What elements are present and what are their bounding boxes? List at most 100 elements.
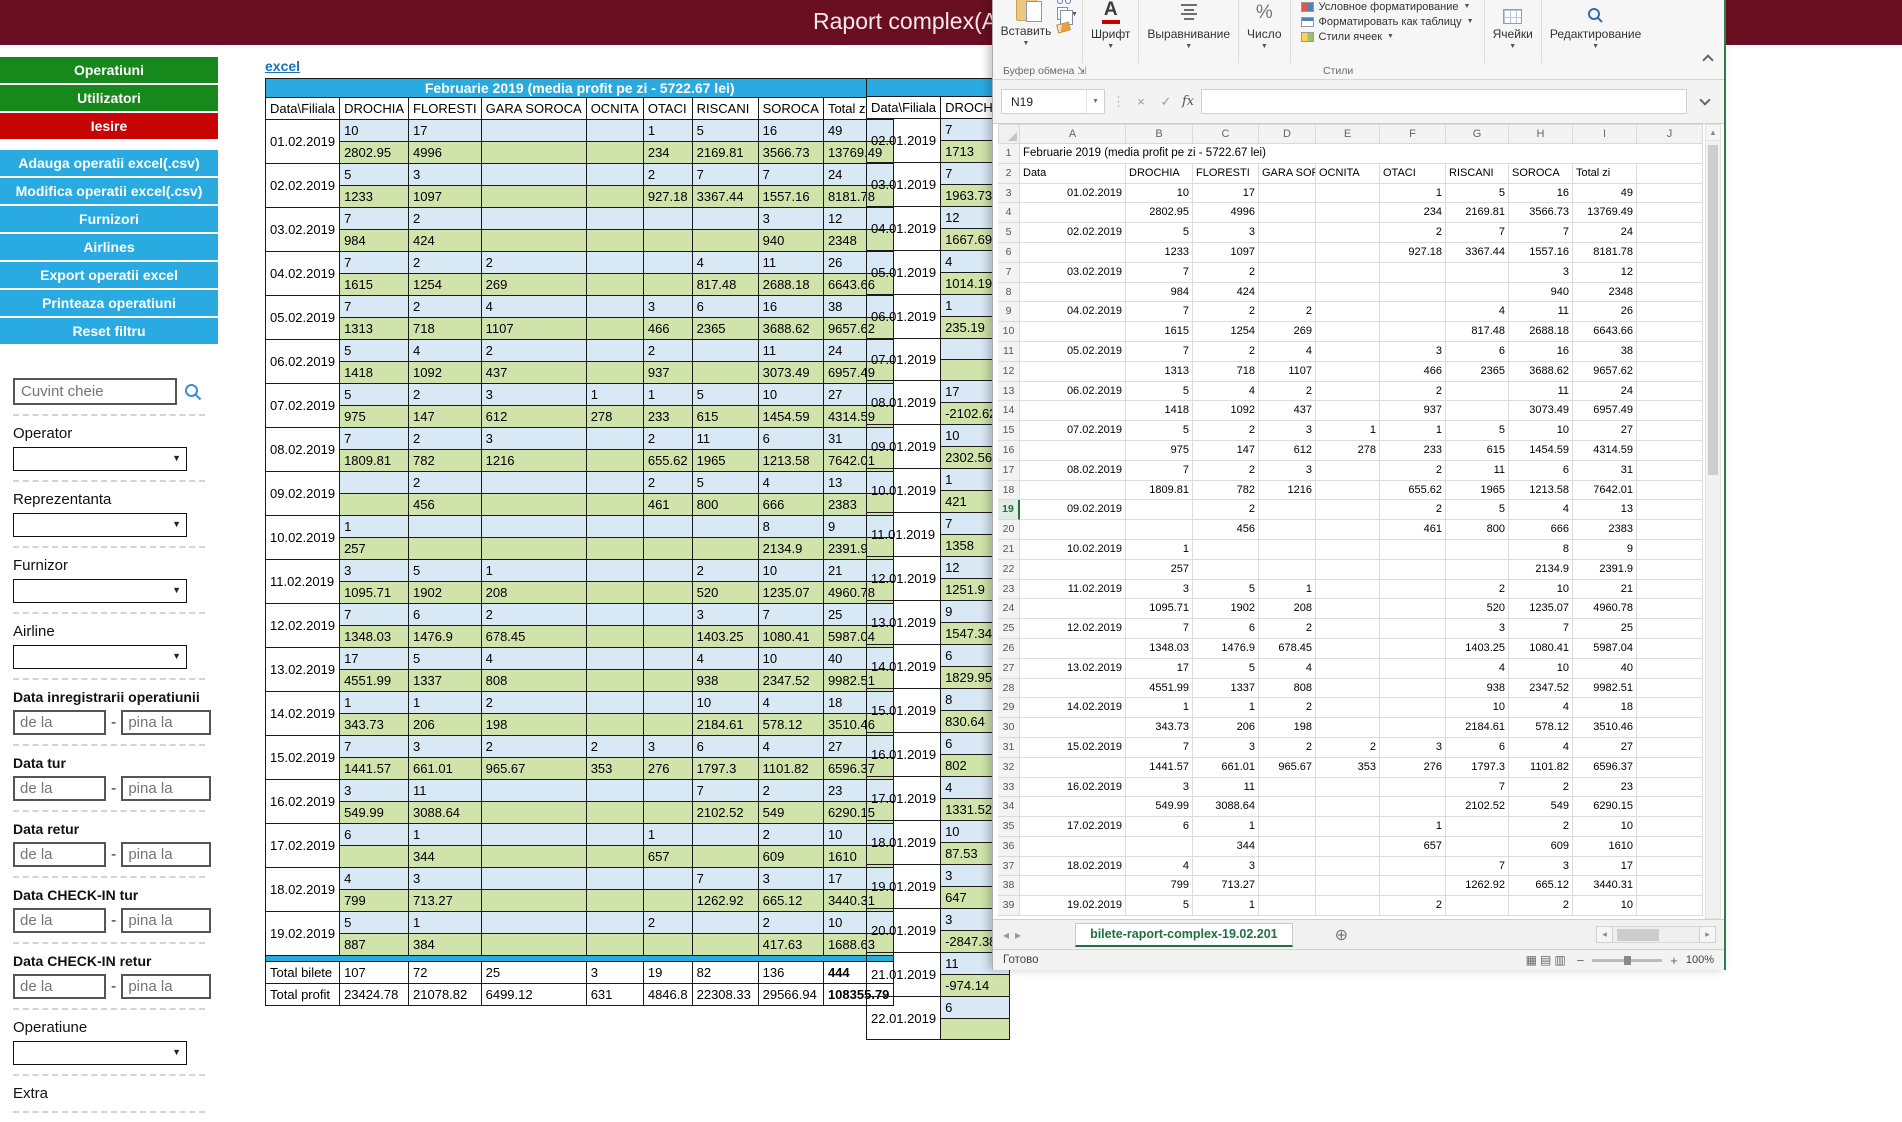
- cell-A6[interactable]: [1020, 243, 1126, 263]
- cell-B25[interactable]: 7: [1126, 619, 1193, 639]
- cell-A11[interactable]: 05.02.2019: [1020, 342, 1126, 362]
- cell-A24[interactable]: [1020, 599, 1126, 619]
- cell-C21[interactable]: [1193, 540, 1259, 560]
- cell-I32[interactable]: 6596.37: [1573, 758, 1637, 778]
- cell-D3[interactable]: [1259, 184, 1316, 204]
- cell-I27[interactable]: 40: [1573, 659, 1637, 679]
- date-to-data-inregistrarii-operatiunii[interactable]: [121, 710, 211, 735]
- cell-D10[interactable]: 269: [1259, 322, 1316, 342]
- cell-I3[interactable]: 49: [1573, 184, 1637, 204]
- expand-formula-bar-button[interactable]: [1694, 89, 1716, 114]
- sidebar-button-airlines[interactable]: Airlines: [0, 234, 218, 260]
- sidebar-button-adauga-operatii-excel-csv[interactable]: Adauga operatii excel(.csv): [0, 150, 218, 176]
- cell-I10[interactable]: 6643.66: [1573, 322, 1637, 342]
- excel-export-link[interactable]: excel: [265, 58, 300, 74]
- cell-A28[interactable]: [1020, 679, 1126, 699]
- cell-G5[interactable]: 7: [1446, 223, 1509, 243]
- cell-G33[interactable]: 7: [1446, 778, 1509, 798]
- cell-A5[interactable]: 02.02.2019: [1020, 223, 1126, 243]
- cell-B23[interactable]: 3: [1126, 580, 1193, 600]
- cell-H30[interactable]: 578.12: [1509, 718, 1573, 738]
- cell-H29[interactable]: 4: [1509, 698, 1573, 718]
- row-header-1[interactable]: 1: [998, 144, 1020, 164]
- cell-D27[interactable]: 4: [1259, 659, 1316, 679]
- cell-H9[interactable]: 11: [1509, 302, 1573, 322]
- cell-E13[interactable]: [1316, 382, 1380, 402]
- cell-I12[interactable]: 9657.62: [1573, 362, 1637, 382]
- cell-F37[interactable]: [1380, 857, 1446, 877]
- cell-E10[interactable]: [1316, 322, 1380, 342]
- cell-J7[interactable]: [1637, 263, 1703, 283]
- cell-F9[interactable]: [1380, 302, 1446, 322]
- cell-I5[interactable]: 24: [1573, 223, 1637, 243]
- cell-C20[interactable]: 456: [1193, 520, 1259, 540]
- sidebar-button-utilizatori[interactable]: Utilizatori: [0, 85, 218, 111]
- cell-F36[interactable]: 657: [1380, 837, 1446, 857]
- cell-E15[interactable]: 1: [1316, 421, 1380, 441]
- cell-H32[interactable]: 1101.82: [1509, 758, 1573, 778]
- sheet-tab[interactable]: bilete-raport-complex-19.02.201: [1075, 923, 1293, 947]
- cell-B31[interactable]: 7: [1126, 738, 1193, 758]
- cell-H17[interactable]: 6: [1509, 461, 1573, 481]
- row-header-4[interactable]: 4: [998, 203, 1020, 223]
- cell-I30[interactable]: 3510.46: [1573, 718, 1637, 738]
- cell-E30[interactable]: [1316, 718, 1380, 738]
- cell-B12[interactable]: 1313: [1126, 362, 1193, 382]
- cancel-icon[interactable]: ×: [1132, 94, 1150, 109]
- cell-I29[interactable]: 18: [1573, 698, 1637, 718]
- cell-H13[interactable]: 11: [1509, 382, 1573, 402]
- zoom-out-button[interactable]: −: [1577, 953, 1585, 968]
- cell-H26[interactable]: 1080.41: [1509, 639, 1573, 659]
- cell-F7[interactable]: [1380, 263, 1446, 283]
- cell-B9[interactable]: 7: [1126, 302, 1193, 322]
- cell-J32[interactable]: [1637, 758, 1703, 778]
- cell-G11[interactable]: 6: [1446, 342, 1509, 362]
- conditional-formatting-button[interactable]: Условное форматирование ▼: [1301, 0, 1474, 13]
- cell-G24[interactable]: 520: [1446, 599, 1509, 619]
- cell-G28[interactable]: 938: [1446, 679, 1509, 699]
- cell-A9[interactable]: 04.02.2019: [1020, 302, 1126, 322]
- cell-E33[interactable]: [1316, 778, 1380, 798]
- cell-G6[interactable]: 3367.44: [1446, 243, 1509, 263]
- cell-G34[interactable]: 2102.52: [1446, 797, 1509, 817]
- cell-I15[interactable]: 27: [1573, 421, 1637, 441]
- date-from-data-tur[interactable]: [13, 776, 106, 801]
- cell-B7[interactable]: 7: [1126, 263, 1193, 283]
- cell-J27[interactable]: [1637, 659, 1703, 679]
- cell-F35[interactable]: 1: [1380, 817, 1446, 837]
- cell-B38[interactable]: 799: [1126, 876, 1193, 896]
- row-header-7[interactable]: 7: [998, 263, 1020, 283]
- cell-B34[interactable]: 549.99: [1126, 797, 1193, 817]
- cell-E3[interactable]: [1316, 184, 1380, 204]
- cell-D17[interactable]: 3: [1259, 461, 1316, 481]
- cell-D30[interactable]: 198: [1259, 718, 1316, 738]
- cell-B33[interactable]: 3: [1126, 778, 1193, 798]
- filter-select-airline[interactable]: ▼: [13, 645, 187, 669]
- cell-G37[interactable]: 7: [1446, 857, 1509, 877]
- cell-B15[interactable]: 5: [1126, 421, 1193, 441]
- cell-F3[interactable]: 1: [1380, 184, 1446, 204]
- cell-I23[interactable]: 21: [1573, 580, 1637, 600]
- cell-E21[interactable]: [1316, 540, 1380, 560]
- cell-A3[interactable]: 01.02.2019: [1020, 184, 1126, 204]
- row-header-18[interactable]: 18: [998, 481, 1020, 501]
- cell-C36[interactable]: 344: [1193, 837, 1259, 857]
- cell-I26[interactable]: 5987.04: [1573, 639, 1637, 659]
- cell-H23[interactable]: 10: [1509, 580, 1573, 600]
- cell-C13[interactable]: 4: [1193, 382, 1259, 402]
- cell-J29[interactable]: [1637, 698, 1703, 718]
- filter-select-operator[interactable]: ▼: [13, 447, 187, 471]
- cell-D15[interactable]: 3: [1259, 421, 1316, 441]
- cell-D24[interactable]: 208: [1259, 599, 1316, 619]
- cell-I17[interactable]: 31: [1573, 461, 1637, 481]
- cell-F20[interactable]: 461: [1380, 520, 1446, 540]
- row-header-29[interactable]: 29: [998, 698, 1020, 718]
- cell-E29[interactable]: [1316, 698, 1380, 718]
- cell-E34[interactable]: [1316, 797, 1380, 817]
- date-from-data-check-in-tur[interactable]: [13, 908, 106, 933]
- row-header-24[interactable]: 24: [998, 599, 1020, 619]
- cell-C34[interactable]: 3088.64: [1193, 797, 1259, 817]
- keyword-search-input[interactable]: [13, 378, 177, 405]
- row-header-11[interactable]: 11: [998, 342, 1020, 362]
- cell-F10[interactable]: [1380, 322, 1446, 342]
